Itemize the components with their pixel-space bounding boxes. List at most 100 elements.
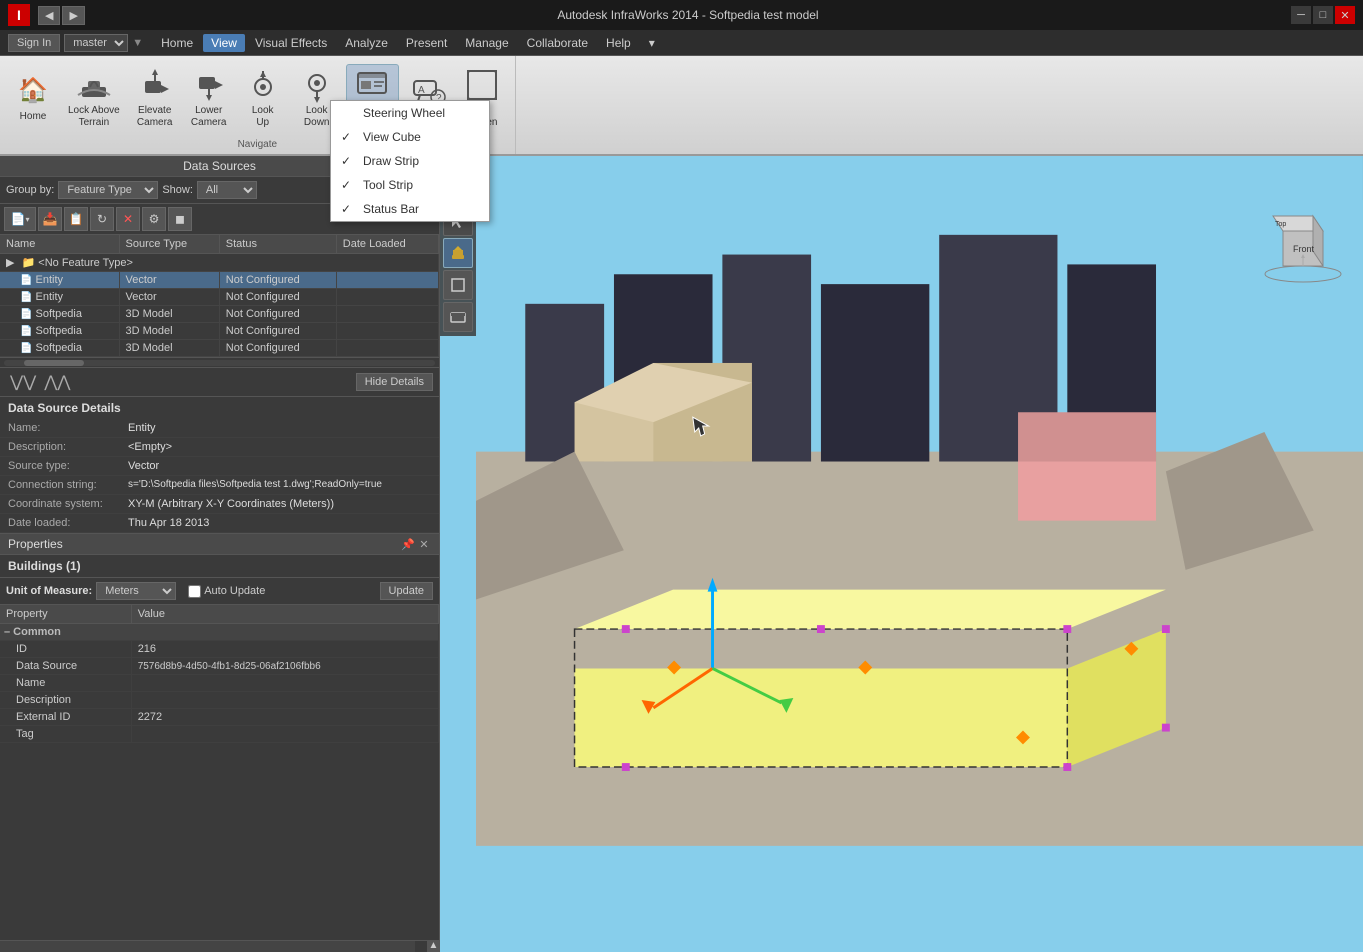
ds-settings-btn[interactable]: ⚙ bbox=[142, 207, 166, 231]
nav-up-btn[interactable]: ⋀⋀ bbox=[40, 372, 74, 392]
props-row-id[interactable]: ID 216 bbox=[0, 641, 439, 658]
dropdown-steering-wheel[interactable]: Steering Wheel bbox=[331, 101, 489, 125]
auto-update-checkbox[interactable] bbox=[188, 585, 201, 598]
dropdown-draw-strip[interactable]: ✓ Draw Strip bbox=[331, 149, 489, 173]
menu-visual-effects[interactable]: Visual Effects bbox=[247, 34, 335, 52]
menu-analyze[interactable]: Analyze bbox=[337, 34, 396, 52]
square-btn[interactable] bbox=[443, 270, 473, 300]
lower-camera-label: LowerCamera bbox=[191, 105, 227, 129]
props-close-btn[interactable]: ✕ bbox=[417, 537, 431, 551]
props-row-external-id[interactable]: External ID 2272 bbox=[0, 709, 439, 726]
prop-datasource-value: 7576d8b9-4d50-4fb1-8d25-06af2106fbb6 bbox=[131, 658, 438, 675]
detail-label-connection: Connection string: bbox=[8, 479, 128, 491]
menu-extras[interactable]: ▾ bbox=[641, 34, 663, 52]
detail-value-source-type: Vector bbox=[128, 460, 431, 472]
unit-select[interactable]: Meters bbox=[96, 582, 176, 600]
row-date-loaded bbox=[336, 323, 438, 340]
show-select[interactable]: All bbox=[197, 181, 257, 199]
menu-manage[interactable]: Manage bbox=[457, 34, 516, 52]
prop-description-value bbox=[131, 692, 438, 709]
row-source-type: Vector bbox=[119, 272, 219, 289]
prop-datasource-label: Data Source bbox=[0, 658, 131, 675]
draw-strip-label: Draw Strip bbox=[363, 154, 419, 168]
menu-present[interactable]: Present bbox=[398, 34, 455, 52]
signin-btn[interactable]: Sign In bbox=[8, 34, 60, 52]
row-date-loaded bbox=[336, 289, 438, 306]
steering-wheel-label: Steering Wheel bbox=[363, 106, 445, 120]
status-bar-check: ✓ bbox=[341, 202, 357, 216]
menu-collaborate[interactable]: Collaborate bbox=[519, 34, 596, 52]
ds-extra-btn[interactable]: ◼ bbox=[168, 207, 192, 231]
ds-table-scroll[interactable]: Name Source Type Status Date Loaded ▶ 📁 … bbox=[0, 235, 439, 357]
table-row[interactable]: 📄 Entity Vector Not Configured bbox=[0, 272, 439, 289]
menu-bar: Sign In master ▼ Home View Visual Effect… bbox=[0, 30, 1363, 56]
props-row-description[interactable]: Description bbox=[0, 692, 439, 709]
table-row[interactable]: 📄 Softpedia 3D Model Not Configured bbox=[0, 340, 439, 357]
branch-select[interactable]: master bbox=[64, 34, 128, 52]
ds-delete-btn[interactable]: ✕ bbox=[116, 207, 140, 231]
pencil-btn[interactable] bbox=[443, 238, 473, 268]
dropdown-tool-strip[interactable]: ✓ Tool Strip bbox=[331, 173, 489, 197]
ds-import-btn[interactable]: 📥 bbox=[38, 207, 62, 231]
ds-copy-btn[interactable]: 📋 bbox=[64, 207, 88, 231]
maximize-btn[interactable]: □ bbox=[1313, 6, 1333, 24]
elevate-camera-label: ElevateCamera bbox=[137, 105, 173, 129]
auto-update-label: Auto Update bbox=[204, 585, 265, 597]
hide-details-btn[interactable]: Hide Details bbox=[356, 373, 433, 391]
prop-external-id-value: 2272 bbox=[131, 709, 438, 726]
props-row-datasource[interactable]: Data Source 7576d8b9-4d50-4fb1-8d25-06af… bbox=[0, 658, 439, 675]
row-status: Not Configured bbox=[219, 272, 336, 289]
nav-down-btn[interactable]: ⋁⋁ bbox=[6, 372, 40, 392]
groupby-select[interactable]: Feature Type bbox=[58, 181, 158, 199]
close-btn[interactable]: ✕ bbox=[1335, 6, 1355, 24]
table-row[interactable]: ▶ 📁 <No Feature Type> bbox=[0, 254, 439, 272]
ds-refresh-btn[interactable]: ↻ bbox=[90, 207, 114, 231]
ribbon-btn-lower-camera[interactable]: LowerCamera bbox=[184, 64, 234, 132]
props-pin-btn[interactable]: 📌 bbox=[401, 537, 415, 551]
detail-row-coordinate: Coordinate system: XY-M (Arbitrary X-Y C… bbox=[0, 495, 439, 514]
row-source-type: 3D Model bbox=[119, 323, 219, 340]
menu-view[interactable]: View bbox=[203, 34, 245, 52]
col-source-type: Source Type bbox=[119, 235, 219, 254]
row-source-type: 3D Model bbox=[119, 306, 219, 323]
row-name: 📄 Softpedia bbox=[0, 340, 119, 357]
ribbon-btn-home[interactable]: 🏠 Home bbox=[8, 64, 58, 132]
minimize-btn[interactable]: ─ bbox=[1291, 6, 1311, 24]
viewport[interactable]: Front Top bbox=[440, 156, 1363, 952]
row-name: 📄 Softpedia bbox=[0, 323, 119, 340]
back-btn[interactable]: ◀ bbox=[38, 6, 60, 25]
ribbon-btn-elevate-camera[interactable]: ElevateCamera bbox=[130, 64, 180, 132]
detail-label-source-type: Source type: bbox=[8, 460, 128, 472]
lock-terrain-icon bbox=[76, 67, 112, 103]
props-row-name[interactable]: Name bbox=[0, 675, 439, 692]
look-down-icon bbox=[299, 67, 335, 103]
forward-btn[interactable]: ▶ bbox=[62, 6, 84, 25]
menu-home[interactable]: Home bbox=[153, 34, 201, 52]
camera-panel-btn[interactable] bbox=[443, 302, 473, 332]
dropdown-view-cube[interactable]: ✓ View Cube bbox=[331, 125, 489, 149]
group-row: ▶ 📁 <No Feature Type> bbox=[0, 254, 439, 272]
table-row[interactable]: 📄 Entity Vector Not Configured bbox=[0, 289, 439, 306]
menu-help[interactable]: Help bbox=[598, 34, 639, 52]
3d-scene bbox=[476, 156, 1363, 846]
ribbon-btn-lock-above-terrain[interactable]: Lock AboveTerrain bbox=[62, 64, 126, 132]
home-label: Home bbox=[20, 111, 47, 123]
common-group-label: – Common bbox=[0, 624, 439, 641]
props-scroll[interactable]: Property Value – Common ID 216 bbox=[0, 605, 439, 940]
update-btn[interactable]: Update bbox=[380, 582, 433, 600]
view-cube[interactable]: Front Top bbox=[1263, 206, 1343, 286]
props-row-tag[interactable]: Tag bbox=[0, 726, 439, 743]
table-row[interactable]: 📄 Softpedia 3D Model Not Configured bbox=[0, 323, 439, 340]
detail-row-name: Name: Entity bbox=[0, 419, 439, 438]
main-area: Data Sources Group by: Feature Type Show… bbox=[0, 156, 1363, 952]
elevate-camera-icon bbox=[137, 67, 173, 103]
ribbon-btn-look-up[interactable]: LookUp bbox=[238, 64, 288, 132]
dropdown-status-bar[interactable]: ✓ Status Bar bbox=[331, 197, 489, 221]
detail-value-description: <Empty> bbox=[128, 441, 431, 453]
ds-new-btn[interactable]: 📄▾ bbox=[4, 207, 36, 231]
table-row[interactable]: 📄 Softpedia 3D Model Not Configured bbox=[0, 306, 439, 323]
props-col-property: Property bbox=[0, 605, 131, 624]
props-controls: Unit of Measure: Meters Auto Update Upda… bbox=[0, 578, 439, 605]
draw-strip-check: ✓ bbox=[341, 154, 357, 168]
prop-name-label: Name bbox=[0, 675, 131, 692]
